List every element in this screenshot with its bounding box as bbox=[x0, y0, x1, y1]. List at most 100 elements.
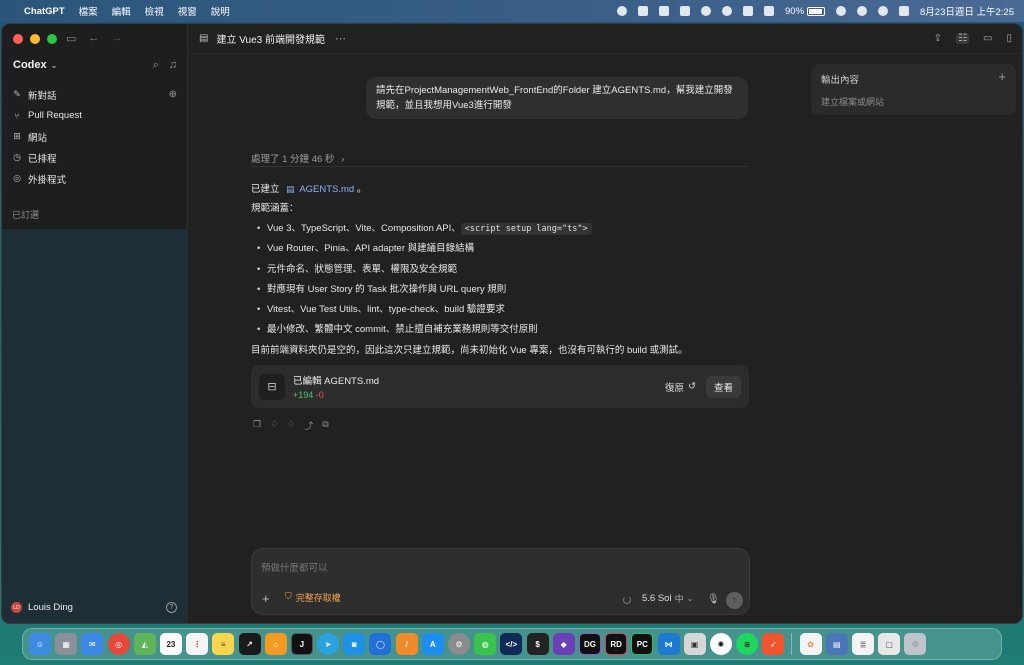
sidebar-item-pull-request[interactable]: ⑂ Pull Request bbox=[2, 105, 187, 126]
menu-edit[interactable]: 編輯 bbox=[112, 4, 131, 18]
menubar-app-name[interactable]: ChatGPT bbox=[24, 6, 65, 17]
photos-icon[interactable]: ✿ bbox=[799, 633, 822, 655]
vscode-icon[interactable]: ⋈ bbox=[657, 633, 680, 655]
status-keyboard-icon[interactable] bbox=[659, 6, 669, 16]
processing-duration[interactable]: 處理了 1 分鐘 46 秒 › bbox=[251, 151, 344, 165]
swift-playgrounds-icon[interactable]: ➶ bbox=[762, 633, 785, 655]
attach-icon[interactable]: + bbox=[262, 591, 270, 606]
battery-status[interactable]: 90% bbox=[785, 5, 826, 17]
output-panel-title: 輸出內容 bbox=[821, 75, 860, 86]
finder-icon[interactable]: ☺ bbox=[29, 633, 51, 655]
chrome-icon[interactable]: ◎ bbox=[107, 633, 130, 655]
datagrip-icon[interactable]: DG bbox=[578, 633, 601, 655]
user-avatar-icon[interactable] bbox=[878, 6, 889, 16]
trash-icon[interactable]: ♲ bbox=[904, 633, 927, 655]
add-output-icon[interactable]: + bbox=[998, 69, 1006, 84]
calendar-icon[interactable]: 23 bbox=[159, 633, 182, 655]
launchpad-icon[interactable]: ▦ bbox=[55, 633, 78, 655]
forward-arrow-icon[interactable]: → bbox=[111, 32, 122, 45]
menu-help[interactable]: 說明 bbox=[211, 4, 230, 18]
telegram-icon[interactable]: ➤ bbox=[317, 633, 340, 655]
code-editor-icon[interactable]: </> bbox=[500, 633, 523, 655]
share-icon[interactable]: ⇪ bbox=[934, 33, 942, 44]
access-level-button[interactable]: ⛉ 完整存取權 bbox=[285, 591, 341, 604]
archive-utility-icon[interactable]: ▤ bbox=[825, 633, 848, 655]
scope-list: Vue 3、TypeScript、Vite、Composition API、<s… bbox=[251, 219, 751, 341]
docker-icon[interactable]: ◙ bbox=[343, 633, 366, 655]
mail-icon[interactable]: ✉ bbox=[81, 633, 104, 655]
undo-button[interactable]: 復原 ↺ bbox=[665, 380, 696, 394]
app-store-connect-icon[interactable]: ◯ bbox=[369, 633, 392, 655]
chatgpt-icon[interactable]: ✺ bbox=[709, 633, 732, 655]
status-input-method-icon[interactable] bbox=[764, 6, 774, 16]
home-icon[interactable]: ⌂ bbox=[264, 633, 287, 655]
sidebar-toggle-icon[interactable]: ▭ bbox=[66, 32, 76, 45]
search-icon[interactable]: ⌕ bbox=[153, 59, 159, 72]
bell-icon[interactable]: ♫ bbox=[169, 59, 177, 72]
moon-icon[interactable] bbox=[701, 6, 711, 16]
jetbrains-icon[interactable]: J bbox=[290, 633, 313, 655]
status-app-icon[interactable] bbox=[617, 6, 627, 16]
notepad-icon[interactable]: ≣ bbox=[852, 633, 874, 655]
copy-icon[interactable]: ❐ bbox=[253, 419, 261, 432]
macos-menubar: ChatGPT 檔案 編輯 檢視 視窗 說明 90% 8月23日週日 上午2:2… bbox=[0, 0, 1024, 22]
thumbs-down-icon[interactable]: ♢ bbox=[287, 419, 295, 432]
wifi-icon[interactable] bbox=[836, 6, 847, 16]
spotlight-search-icon[interactable] bbox=[857, 6, 868, 16]
assistant-response: 已建立 ▤ AGENTS.md 。 規範涵蓋： Vue 3、TypeScript… bbox=[251, 179, 751, 361]
sidebar-item-websites[interactable]: ⊞ 網站 bbox=[2, 126, 187, 147]
notes-icon[interactable]: ≡ bbox=[212, 633, 235, 655]
battery-percent: 90% bbox=[785, 5, 805, 17]
app-store-icon[interactable]: A bbox=[421, 633, 444, 655]
stocks-icon[interactable]: ↗ bbox=[238, 633, 261, 655]
model-selector[interactable]: 5.6 Sol 中 ⌄ bbox=[642, 592, 693, 605]
side-panel-icon[interactable]: ▯ bbox=[1006, 33, 1012, 44]
sidebar-item-scheduled[interactable]: ◷ 已排程 bbox=[2, 147, 187, 168]
composer-input[interactable]: 預做什麼都可以 bbox=[261, 560, 328, 574]
photo-booth-icon[interactable]: ▣ bbox=[683, 633, 706, 655]
created-file-link[interactable]: AGENTS.md bbox=[299, 184, 354, 195]
rider-icon[interactable]: RD bbox=[605, 633, 628, 655]
status-cloud-icon[interactable] bbox=[638, 6, 648, 16]
thumbs-up-icon[interactable]: ♢ bbox=[270, 419, 278, 432]
preview-icon[interactable]: ▢ bbox=[878, 633, 901, 655]
spotify-icon[interactable]: ≋ bbox=[736, 633, 759, 655]
back-arrow-icon[interactable]: ← bbox=[88, 32, 99, 45]
close-window-button[interactable] bbox=[13, 34, 23, 44]
view-button[interactable]: 查看 bbox=[705, 375, 741, 398]
status-display-icon[interactable] bbox=[680, 6, 690, 16]
menu-window[interactable]: 視窗 bbox=[178, 4, 197, 18]
fork-icon[interactable]: ⧉ bbox=[322, 419, 328, 432]
status-flag-icon[interactable] bbox=[743, 6, 753, 16]
sidebar-item-new-chat[interactable]: ✎ 新對話 ⊕ bbox=[2, 84, 187, 105]
reminders-icon[interactable]: ⋮ bbox=[186, 633, 209, 655]
terminal-panel-icon[interactable]: ▭ bbox=[983, 33, 992, 44]
window-toolbar: ▭ ← → bbox=[66, 32, 122, 45]
line-icon[interactable]: ◍ bbox=[474, 633, 497, 655]
divider bbox=[251, 166, 749, 167]
pencil-app-icon[interactable]: / bbox=[395, 633, 418, 655]
control-center-icon[interactable] bbox=[899, 6, 910, 16]
menu-file[interactable]: 檔案 bbox=[79, 4, 98, 18]
send-button[interactable]: ↑ bbox=[726, 592, 743, 609]
branch-icon[interactable]: ⤴ bbox=[304, 419, 313, 432]
file-icon: ▤ bbox=[286, 184, 295, 194]
system-settings-icon[interactable]: ⚙ bbox=[448, 633, 470, 655]
microphone-icon[interactable]: 🎙 bbox=[707, 594, 720, 605]
obsidian-icon[interactable]: ◆ bbox=[552, 633, 575, 655]
maps-icon[interactable]: ◭ bbox=[133, 633, 156, 655]
user-account[interactable]: LD Louis Ding ? bbox=[11, 602, 177, 613]
pycharm-icon[interactable]: PC bbox=[631, 633, 654, 655]
more-options-icon[interactable]: ⋯ bbox=[335, 32, 346, 45]
zoom-window-button[interactable] bbox=[47, 34, 57, 44]
help-icon[interactable]: ? bbox=[166, 602, 177, 613]
minimize-window-button[interactable] bbox=[30, 34, 40, 44]
menu-view[interactable]: 檢視 bbox=[145, 4, 164, 18]
terminal-icon[interactable]: $ bbox=[526, 633, 549, 655]
workspace-selector[interactable]: Codex ⌄ bbox=[13, 59, 57, 71]
menubar-clock[interactable]: 8月23日週日 上午2:25 bbox=[920, 4, 1014, 18]
sidebar-item-plugins[interactable]: ◎ 外掛程式 bbox=[2, 168, 187, 189]
add-circle-icon[interactable]: ⊕ bbox=[169, 89, 177, 100]
toggle-list-icon[interactable]: ☷ bbox=[956, 33, 970, 44]
play-icon[interactable] bbox=[722, 6, 732, 16]
